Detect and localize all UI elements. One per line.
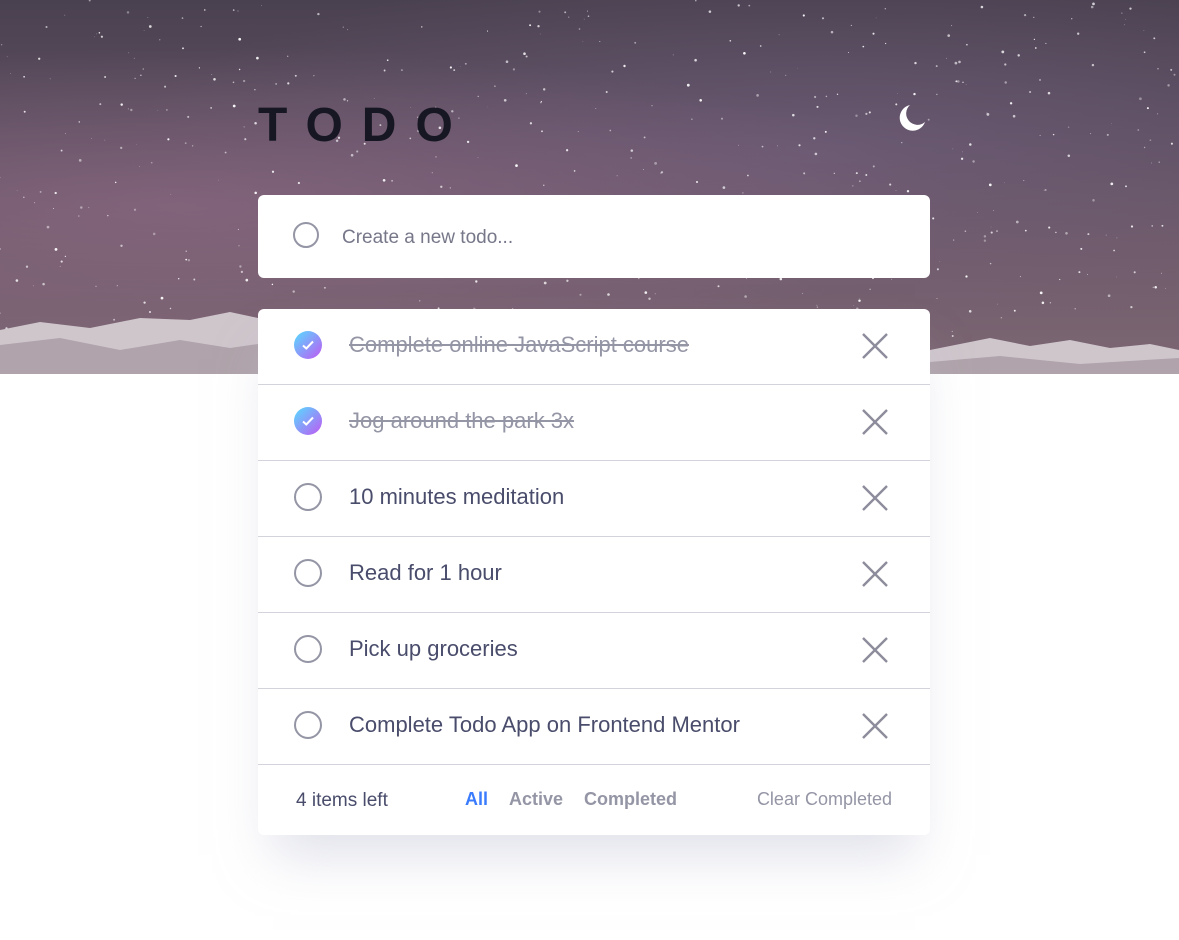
filter-active[interactable]: Active	[509, 789, 563, 810]
todo-text[interactable]: Jog around the park 3x	[349, 407, 574, 435]
todo-checkbox[interactable]	[294, 559, 322, 587]
filter-completed[interactable]: Completed	[584, 789, 677, 810]
check-icon	[302, 340, 314, 350]
delete-todo-button[interactable]	[862, 561, 888, 587]
todo-item: Jog around the park 3x	[258, 385, 930, 461]
todo-checkbox-checked[interactable]	[294, 407, 322, 435]
app-header: TODO	[258, 98, 930, 158]
todo-item: Complete Todo App on Frontend Mentor	[258, 689, 930, 765]
delete-todo-button[interactable]	[862, 409, 888, 435]
moon-icon	[899, 105, 925, 131]
todo-item: Read for 1 hour	[258, 537, 930, 613]
todo-item: 10 minutes meditation	[258, 461, 930, 537]
new-todo-checkbox[interactable]	[293, 222, 319, 248]
todo-text[interactable]: 10 minutes meditation	[349, 483, 564, 511]
new-todo-form	[258, 195, 930, 278]
delete-todo-button[interactable]	[862, 713, 888, 739]
todo-footer: 4 items left All Active Completed Clear …	[258, 765, 930, 835]
filter-all[interactable]: All	[465, 789, 488, 810]
theme-toggle-button[interactable]	[894, 100, 930, 136]
todo-checkbox[interactable]	[294, 635, 322, 663]
delete-todo-button[interactable]	[862, 485, 888, 511]
todo-checkbox[interactable]	[294, 711, 322, 739]
filter-group: All Active Completed	[465, 789, 677, 810]
todo-text[interactable]: Complete Todo App on Frontend Mentor	[349, 711, 740, 739]
delete-todo-button[interactable]	[862, 333, 888, 359]
clear-completed-button[interactable]: Clear Completed	[757, 789, 892, 810]
todo-text[interactable]: Complete online JavaScript course	[349, 331, 689, 359]
todo-text[interactable]: Read for 1 hour	[349, 559, 502, 587]
todo-item: Pick up groceries	[258, 613, 930, 689]
app-title: TODO	[258, 99, 472, 152]
todo-list: Complete online JavaScript course Jog ar…	[258, 309, 930, 835]
todo-checkbox-checked[interactable]	[294, 331, 322, 359]
todo-checkbox[interactable]	[294, 483, 322, 511]
check-icon	[302, 416, 314, 426]
todo-text[interactable]: Pick up groceries	[349, 635, 518, 663]
new-todo-input[interactable]	[340, 219, 884, 257]
items-left-count: 4 items left	[296, 790, 388, 811]
todo-item: Complete online JavaScript course	[258, 309, 930, 385]
delete-todo-button[interactable]	[862, 637, 888, 663]
